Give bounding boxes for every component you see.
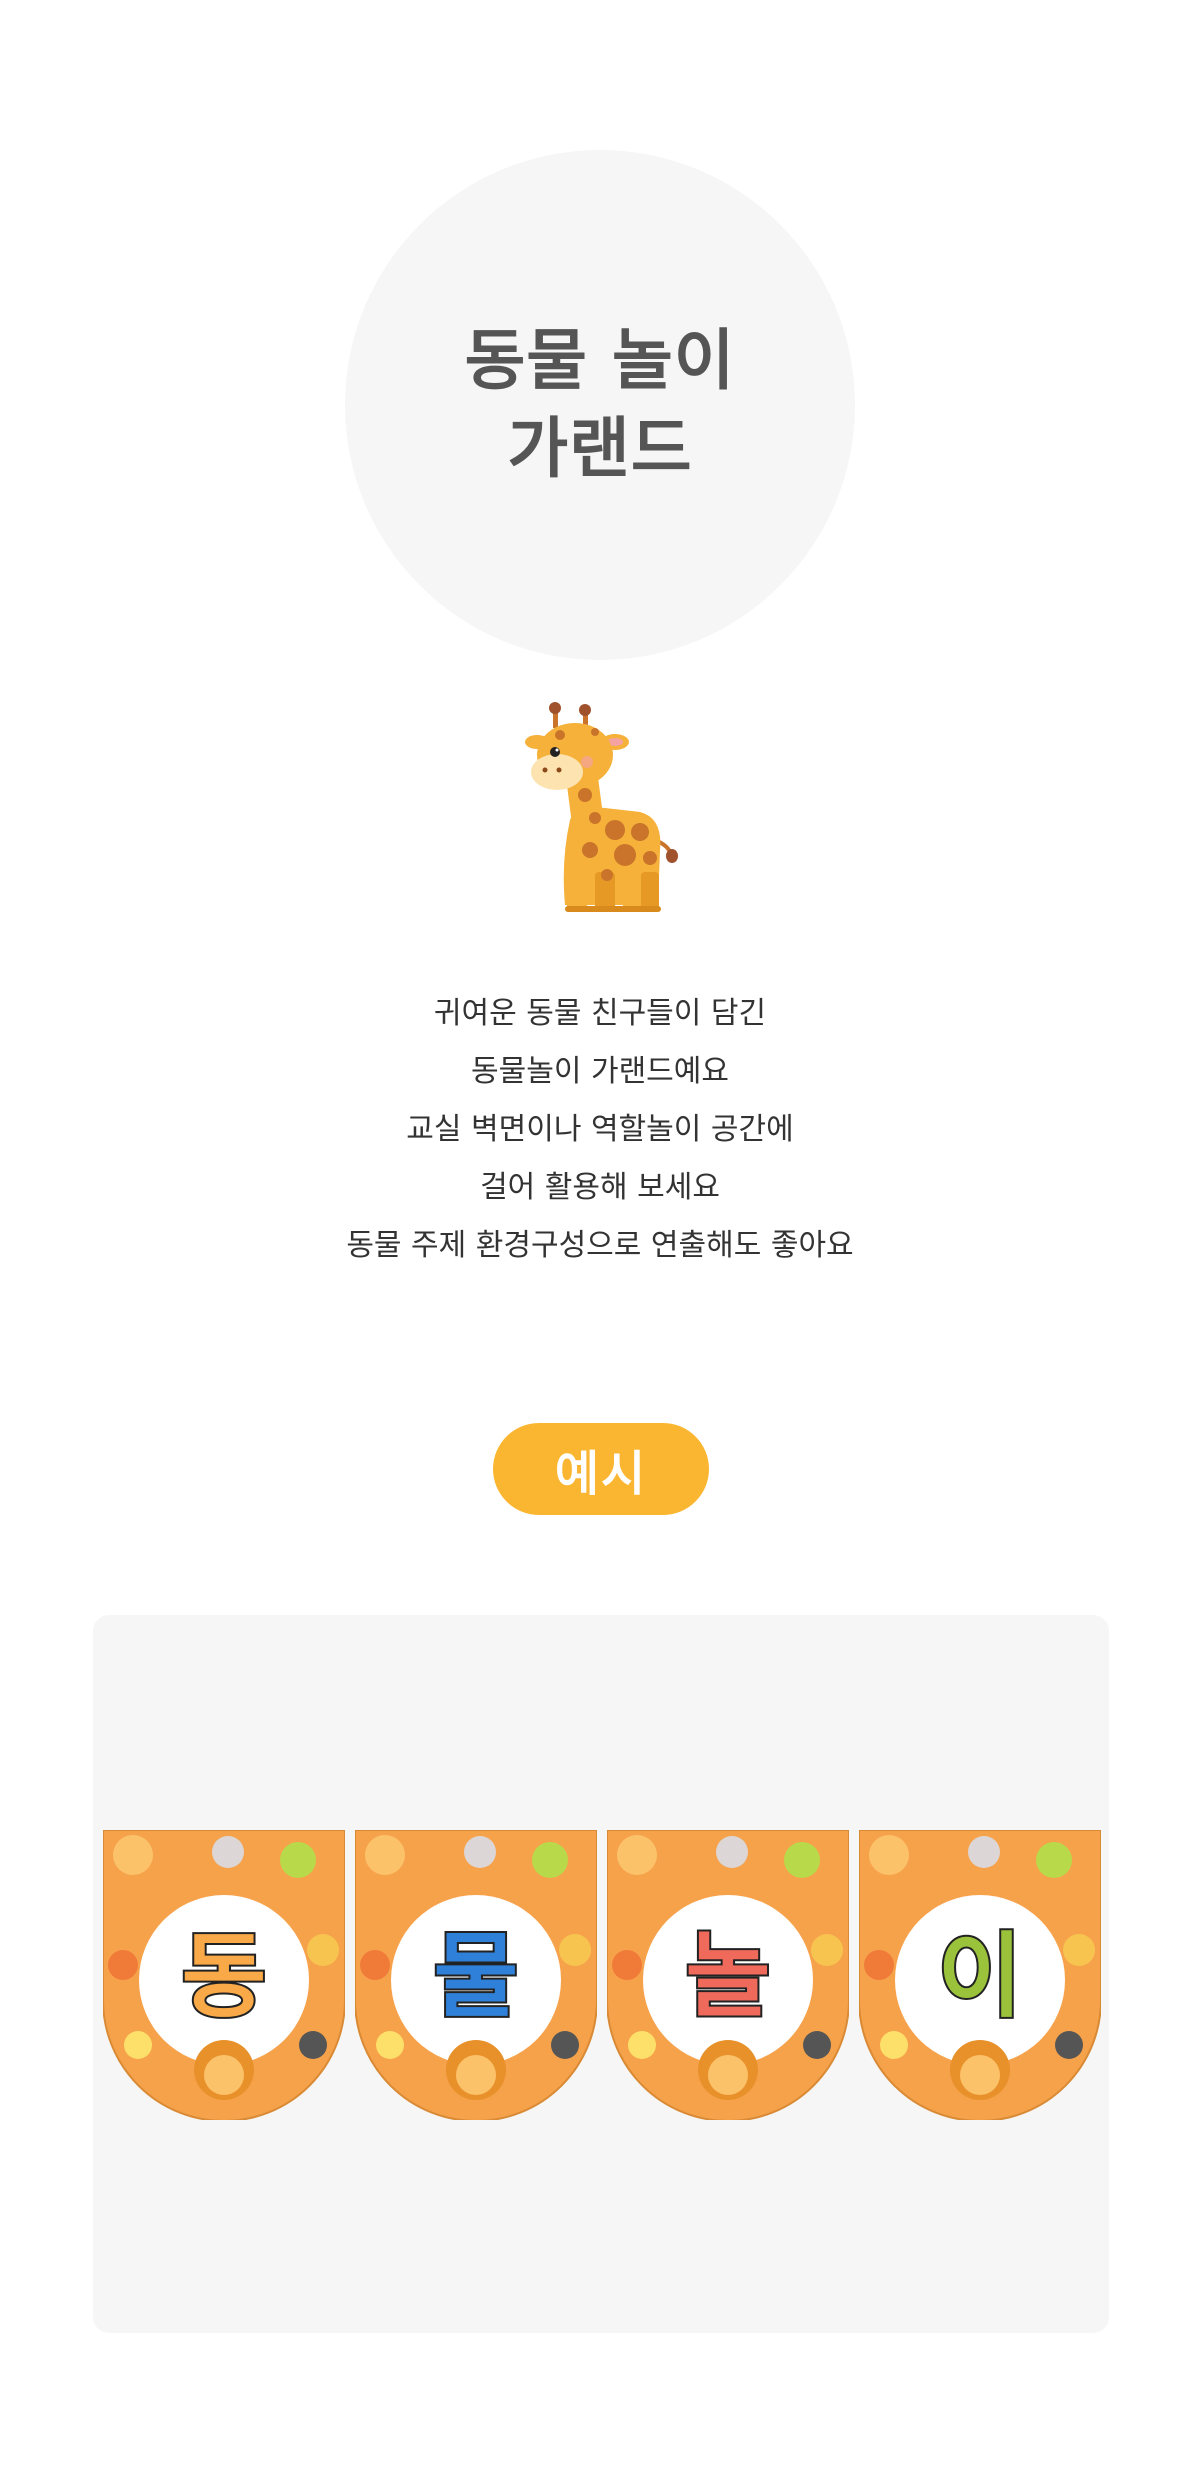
pennant-1: 동 — [103, 1830, 345, 2120]
pennant-4-char: 이 — [938, 1923, 1023, 2030]
hero-title-line2: 가랜드 — [507, 410, 693, 487]
description-line-5: 동물 주제 환경구성으로 연출해도 좋아요 — [346, 1228, 854, 1263]
pennant-2: 물 — [355, 1830, 597, 2120]
example-badge: 예시 — [493, 1423, 709, 1515]
giraffe-icon — [525, 702, 678, 912]
pennant-2-char: 물 — [434, 1923, 519, 2030]
pennant-4: 이 — [859, 1830, 1101, 2120]
pennant-3-char: 놀 — [686, 1923, 771, 2030]
description: 귀여운 동물 친구들이 담긴 동물놀이 가랜드예요 교실 벽면이나 역할놀이 공… — [0, 985, 1200, 1275]
garland: 동 물 놀 이 — [103, 1830, 1101, 2120]
pennant-1-char: 동 — [182, 1923, 267, 2030]
description-line-2: 동물놀이 가랜드예요 — [471, 1054, 729, 1089]
hero-circle: 동물 놀이 가랜드 — [345, 150, 855, 660]
description-line-4: 걸어 활용해 보세요 — [480, 1170, 720, 1205]
description-line-3: 교실 벽면이나 역할놀이 공간에 — [406, 1112, 794, 1147]
description-line-1: 귀여운 동물 친구들이 담긴 — [433, 996, 767, 1031]
hero-title-line1: 동물 놀이 — [464, 322, 736, 399]
pennant-3: 놀 — [607, 1830, 849, 2120]
